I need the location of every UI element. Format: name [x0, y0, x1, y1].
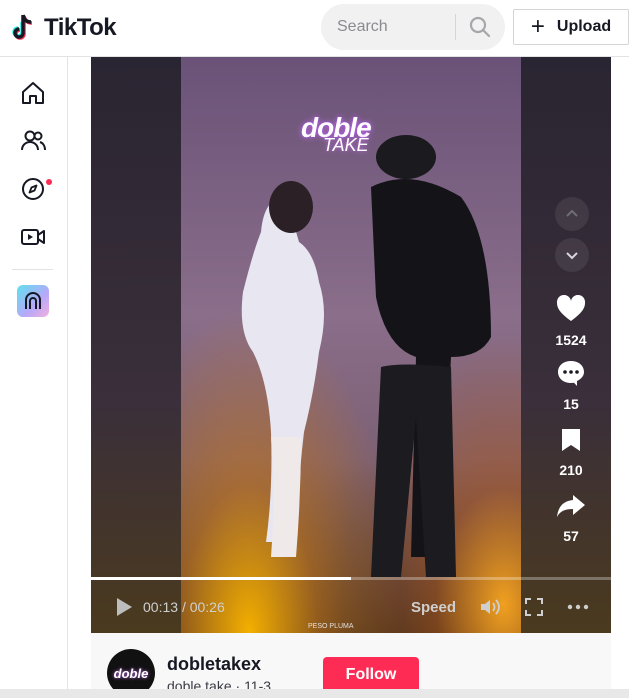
- creator-app-icon[interactable]: [17, 285, 49, 317]
- sidebar-divider: [12, 269, 53, 270]
- bookmark-icon: [562, 429, 580, 451]
- live-icon: [21, 229, 45, 245]
- share-icon: [557, 495, 585, 517]
- author-username[interactable]: dobletakex: [167, 654, 261, 675]
- search-bar: [321, 4, 505, 50]
- like-count: 1524: [555, 332, 587, 348]
- sidebar: [0, 57, 68, 698]
- share-count: 57: [563, 528, 579, 544]
- comment-icon: [558, 361, 584, 386]
- save-count: 210: [559, 462, 583, 478]
- fullscreen-icon: [525, 598, 543, 616]
- tiktok-logo-icon: [12, 14, 33, 40]
- next-video-button[interactable]: [555, 238, 589, 272]
- bottom-scrollbar[interactable]: [0, 689, 629, 698]
- progress-bar[interactable]: [91, 577, 611, 580]
- video-frame: doble TAKE PESO PLUMA: [181, 57, 521, 633]
- video-blur-left: [91, 57, 181, 633]
- play-icon: [117, 598, 132, 616]
- video-controls: 00:13 / 00:26 Speed: [91, 591, 611, 623]
- video-small-caption: PESO PLUMA: [308, 623, 354, 630]
- like-action[interactable]: 1524: [546, 294, 596, 348]
- progress-fill: [91, 577, 351, 580]
- search-button[interactable]: [456, 4, 505, 50]
- notification-dot: [46, 179, 52, 185]
- more-icon: [567, 604, 589, 610]
- play-button[interactable]: [115, 597, 133, 622]
- follow-button[interactable]: Follow: [323, 657, 419, 693]
- previous-video-button[interactable]: [555, 197, 589, 231]
- time-display: 00:13 / 00:26: [143, 599, 225, 615]
- top-header: TikTok + Upload: [0, 0, 629, 57]
- performer-right-figure: [371, 135, 491, 577]
- performer-left-figure: [241, 181, 324, 557]
- sidebar-item-live[interactable]: [18, 222, 48, 252]
- upload-button[interactable]: + Upload: [513, 9, 629, 45]
- share-action[interactable]: 57: [546, 493, 596, 544]
- avatar-logo-text: doble: [113, 665, 149, 681]
- sidebar-item-following[interactable]: [18, 126, 48, 156]
- plus-icon: +: [530, 13, 545, 40]
- comment-action[interactable]: 15: [546, 359, 596, 412]
- sidebar-item-explore[interactable]: [18, 174, 48, 204]
- search-input[interactable]: [337, 18, 455, 36]
- chevron-down-icon: [566, 252, 578, 260]
- time-total: 00:26: [189, 599, 225, 615]
- save-action[interactable]: 210: [546, 427, 596, 478]
- search-icon: [470, 16, 491, 38]
- time-current: 00:13: [143, 599, 179, 615]
- tiktok-logo[interactable]: TikTok: [12, 12, 117, 44]
- volume-icon: [481, 599, 500, 615]
- arch-icon: [25, 292, 41, 309]
- following-icon: [21, 130, 46, 151]
- time-separator: /: [181, 599, 186, 615]
- volume-button[interactable]: [479, 597, 503, 622]
- upload-label: Upload: [556, 18, 612, 35]
- comment-count: 15: [563, 396, 579, 412]
- video-watermark-sub: TAKE: [323, 135, 369, 155]
- chevron-up-icon: [566, 209, 578, 217]
- more-options-button[interactable]: [566, 598, 590, 621]
- heart-icon: [556, 294, 586, 321]
- home-icon: [22, 82, 44, 104]
- speed-button[interactable]: Speed: [411, 599, 456, 616]
- logo-text: TikTok: [44, 14, 117, 41]
- video-player[interactable]: doble TAKE PESO PLUMA 1524 15 210 57 00:…: [91, 57, 611, 633]
- explore-icon: [22, 178, 44, 200]
- sidebar-item-home[interactable]: [18, 78, 48, 108]
- fullscreen-button[interactable]: [525, 598, 543, 621]
